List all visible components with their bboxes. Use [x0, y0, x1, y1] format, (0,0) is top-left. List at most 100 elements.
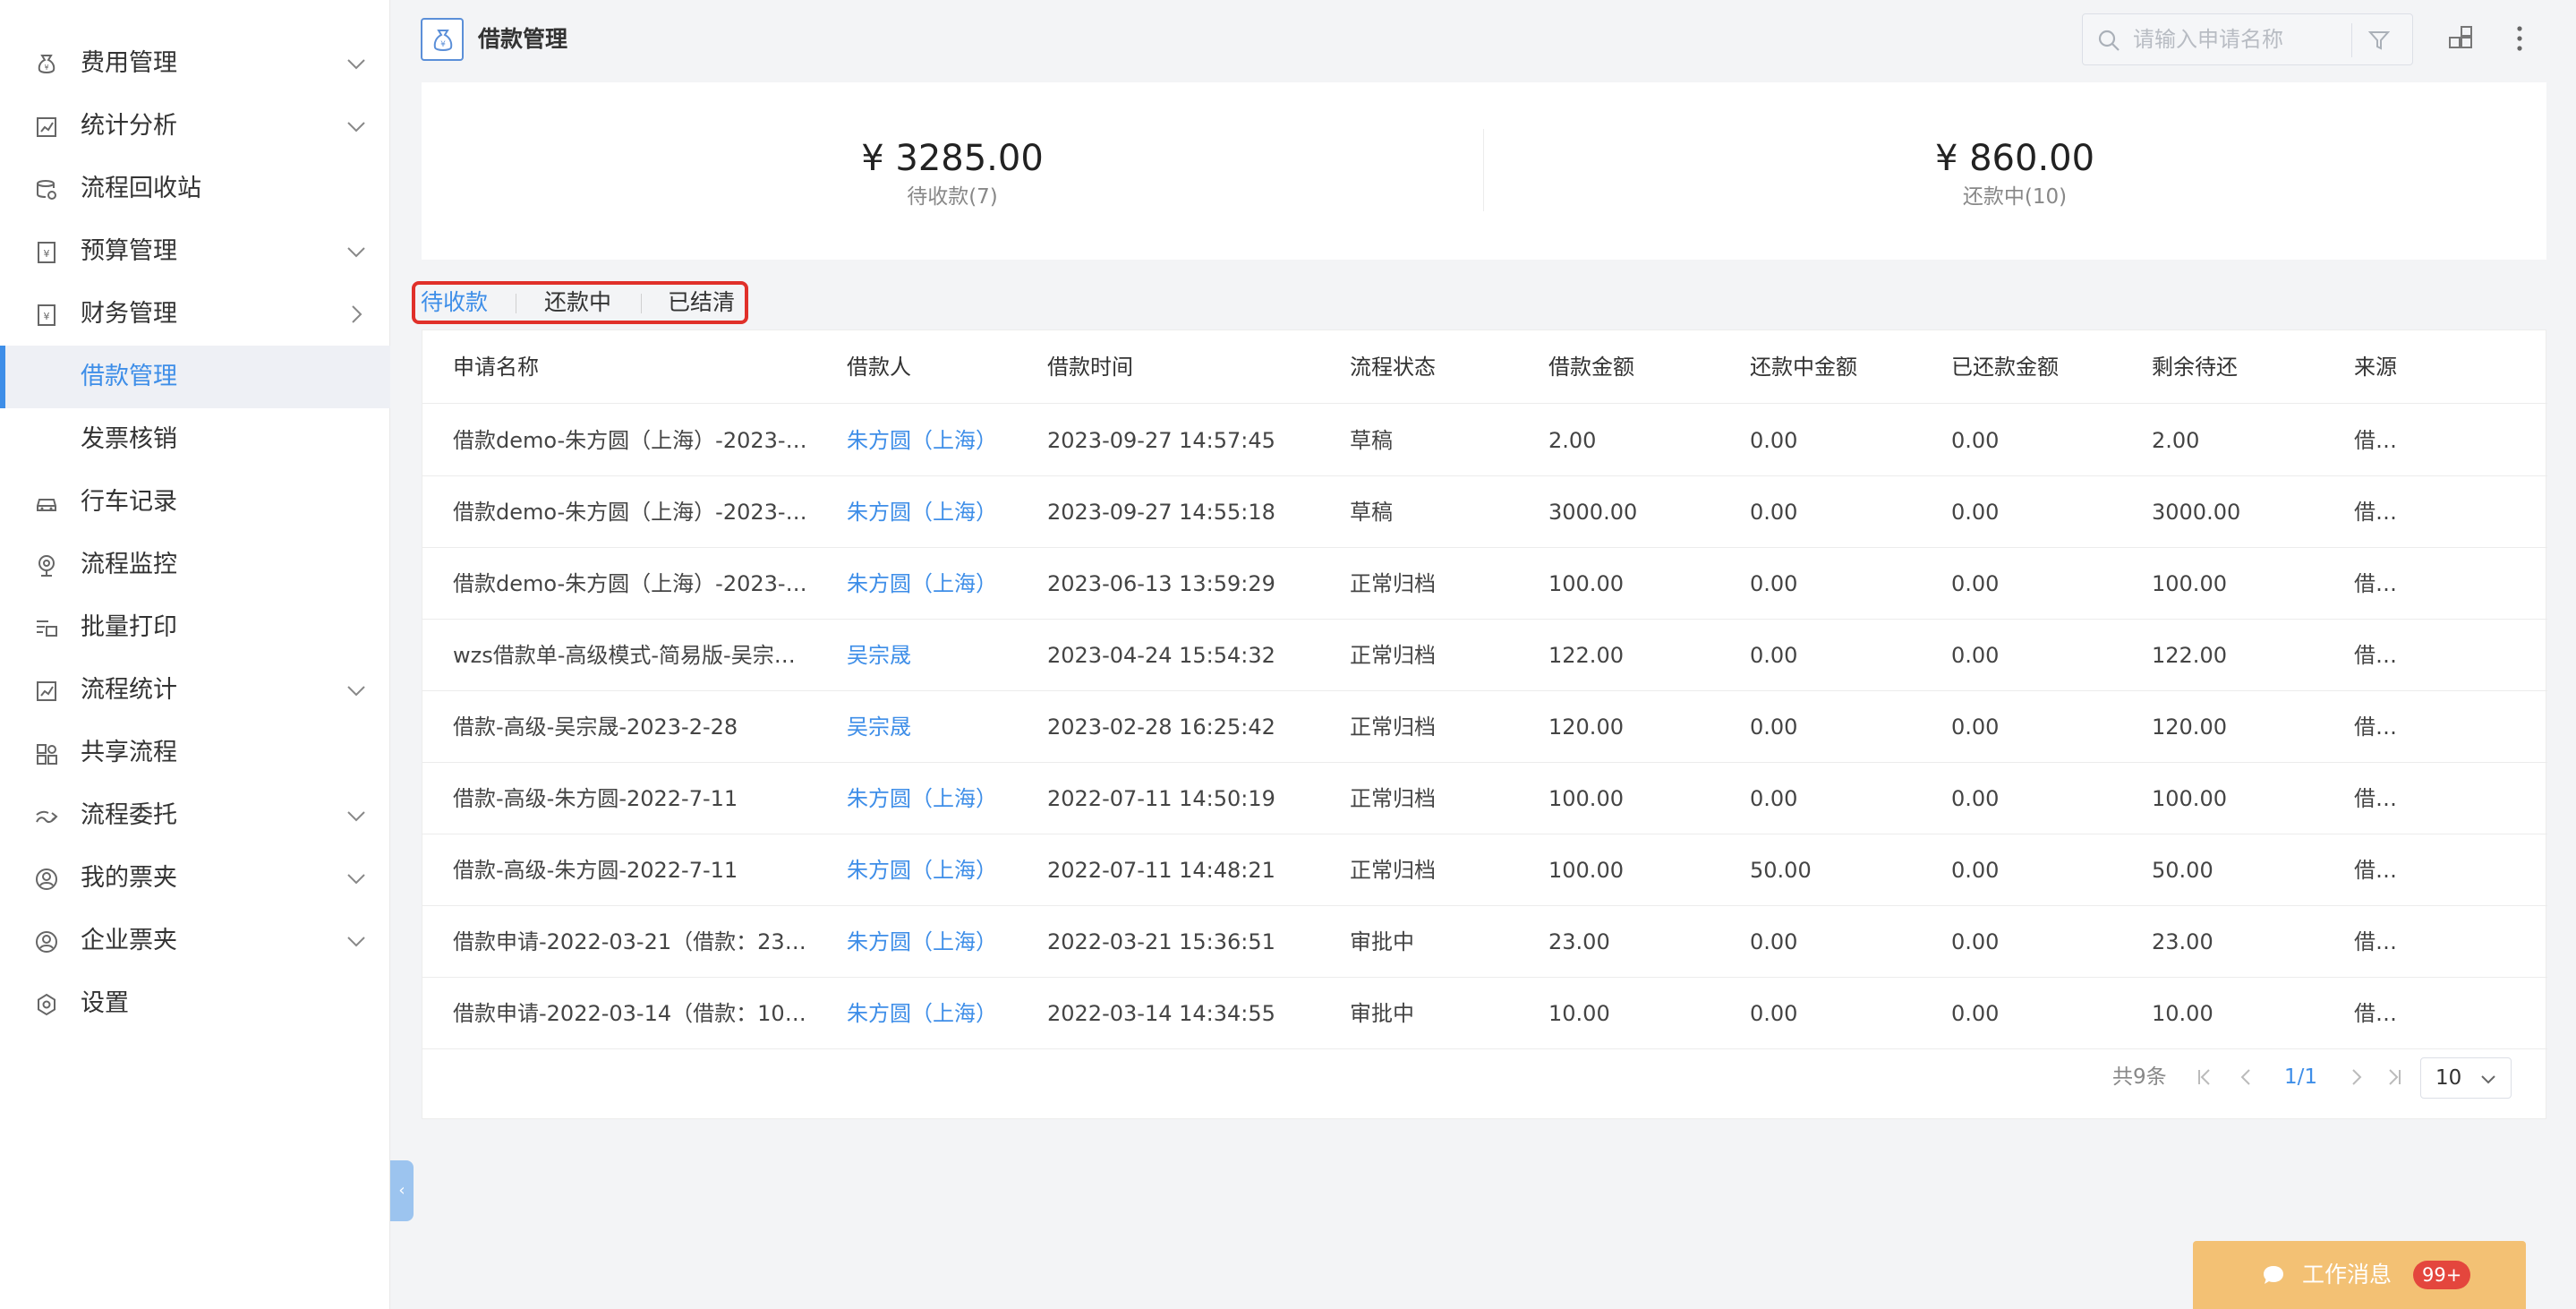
sidebar-item-label: 流程委托 [81, 801, 177, 829]
more-icon[interactable] [2506, 23, 2533, 54]
last-page-icon[interactable] [2384, 1066, 2404, 1088]
borrower-link[interactable]: 吴宗晟 [847, 691, 911, 763]
repaying-summary[interactable]: ¥ 860.00 还款中(10) [1484, 136, 2546, 211]
column-header[interactable]: 申请名称 [453, 330, 539, 404]
column-header[interactable]: 剩余待还 [2152, 330, 2238, 404]
total-count: 共9条 [2112, 1065, 2167, 1089]
table-cell: 借… [2354, 643, 2397, 668]
sidebar-item[interactable]: 我的票夹 [0, 847, 390, 910]
table-cell[interactable]: 借款-高级-朱方圆-2022-7-11 [453, 763, 738, 834]
borrower-link[interactable]: 吴宗晟 [847, 620, 911, 691]
page-title: 借款管理 [478, 26, 568, 52]
table-cell: 正常归档 [1350, 571, 1436, 596]
print-icon [34, 616, 59, 641]
stats-icon [34, 679, 59, 704]
sidebar-item[interactable]: 批量打印 [0, 596, 390, 659]
loan-table: 申请名称 借款人 借款时间 流程状态 借款金额 还款中金额 已还款金额 剩余待还 来源 借款de… [422, 329, 2547, 1119]
chevron-down-icon[interactable] [345, 868, 367, 889]
borrower-link[interactable]: 朱方圆（上海） [847, 978, 997, 1049]
chevron-down-icon[interactable] [345, 53, 367, 74]
sidebar-item[interactable]: ¥ 财务管理 [0, 283, 390, 346]
sidebar-item[interactable]: 流程统计 [0, 659, 390, 722]
table-row[interactable]: 借款申请-2022-03-14（借款：10.… 朱方圆（上海） 2022-03-14… [422, 978, 2547, 1049]
sidebar-item[interactable]: 设置 [0, 972, 390, 1035]
table-cell: 100.00 [1548, 571, 1624, 596]
prev-page-icon[interactable] [2236, 1066, 2256, 1088]
table-cell[interactable]: wzs借款单-高级模式-简易版-吴宗… [453, 620, 796, 691]
table-cell[interactable]: 借款demo-朱方圆（上海）-2023-… [453, 476, 807, 548]
chevron-down-icon[interactable] [345, 930, 367, 952]
sidebar-item[interactable]: 流程监控 [0, 534, 390, 596]
sidebar-item-label: 行车记录 [81, 488, 177, 516]
tab-repaying[interactable]: 还款中 [544, 285, 611, 321]
work-messages-button[interactable]: 工作消息 99+ [2193, 1241, 2526, 1309]
sidebar-item[interactable]: 企业票夹 [0, 910, 390, 972]
table-row[interactable]: 借款demo-朱方圆（上海）-2023-… 朱方圆（上海） 2023-06-13 1… [422, 548, 2547, 620]
table-row[interactable]: 借款-高级-朱方圆-2022-7-11 朱方圆（上海） 2022-07-11 14:… [422, 763, 2547, 834]
sidebar-item-label: 统计分析 [81, 112, 177, 140]
table-row[interactable]: 借款-高级-吴宗晟-2023-2-28 吴宗晟 2023-02-28 16:25:4… [422, 691, 2547, 763]
borrower-link[interactable]: 朱方圆（上海） [847, 834, 997, 906]
column-header[interactable]: 流程状态 [1350, 330, 1436, 404]
table-cell: 10.00 [1548, 1001, 1610, 1026]
sidebar-collapse-handle[interactable]: ‹ [390, 1160, 414, 1221]
search-input[interactable] [2133, 21, 2339, 57]
sidebar-item[interactable]: 统计分析 [0, 95, 390, 158]
sidebar-item[interactable]: 共享流程 [0, 722, 390, 784]
table-cell[interactable]: 借款-高级-朱方圆-2022-7-11 [453, 834, 738, 906]
sidebar-item-label: 发票核销 [81, 425, 177, 453]
sidebar-item[interactable]: 行车记录 [0, 471, 390, 534]
next-page-icon[interactable] [2347, 1066, 2367, 1088]
borrower-link[interactable]: 朱方圆（上海） [847, 548, 997, 620]
tab-settled[interactable]: 已结清 [668, 285, 735, 321]
sidebar-item[interactable]: ¥ 预算管理 [0, 220, 390, 283]
table-cell: 正常归档 [1350, 643, 1436, 668]
page-size-select[interactable]: 10 [2420, 1057, 2512, 1099]
table-row[interactable]: 借款申请-2022-03-21（借款：23.… 朱方圆（上海） 2022-03-21… [422, 906, 2547, 978]
sidebar-item[interactable]: 流程回收站 [0, 158, 390, 220]
chevron-down-icon [2481, 1075, 2495, 1084]
table-row[interactable]: wzs借款单-高级模式-简易版-吴宗… 吴宗晟 2023-04-24 15:54:3… [422, 620, 2547, 691]
borrower-link[interactable]: 朱方圆（上海） [847, 476, 997, 548]
sidebar-item[interactable]: ¥ 费用管理 [0, 32, 390, 95]
chevron-right-icon[interactable] [345, 304, 367, 325]
column-header[interactable]: 已还款金额 [1951, 330, 2059, 404]
sidebar-item[interactable]: 发票核销 [0, 408, 390, 471]
tab-divider [641, 294, 642, 313]
borrower-link[interactable]: 朱方圆（上海） [847, 906, 997, 978]
table-cell: 23.00 [1548, 929, 1610, 954]
table-cell[interactable]: 借款demo-朱方圆（上海）-2023-… [453, 405, 807, 476]
table-cell: 0.00 [1951, 571, 2000, 596]
table-cell[interactable]: 借款申请-2022-03-21（借款：23.… [453, 906, 811, 978]
table-cell: 2022-03-21 15:36:51 [1047, 929, 1275, 954]
table-row[interactable]: 借款-高级-朱方圆-2022-7-11 朱方圆（上海） 2022-07-11 14:… [422, 834, 2547, 906]
pending-summary[interactable]: ¥ 3285.00 待收款(7) [422, 136, 1483, 211]
sidebar-item[interactable]: 流程委托 [0, 784, 390, 847]
sidebar-item[interactable]: 借款管理 [0, 346, 390, 408]
chevron-down-icon[interactable] [345, 241, 367, 262]
first-page-icon[interactable] [2195, 1066, 2214, 1088]
layout-icon[interactable] [2447, 25, 2474, 52]
table-cell[interactable]: 借款申请-2022-03-14（借款：10.… [453, 978, 811, 1049]
chart-icon [34, 115, 59, 140]
table-row[interactable]: 借款demo-朱方圆（上海）-2023-… 朱方圆（上海） 2023-09-27 1… [422, 476, 2547, 548]
table-cell[interactable]: 借款demo-朱方圆（上海）-2023-… [453, 548, 807, 620]
chevron-down-icon[interactable] [345, 805, 367, 826]
borrower-link[interactable]: 朱方圆（上海） [847, 763, 997, 834]
column-header[interactable]: 借款人 [847, 330, 911, 404]
table-cell: 100.00 [1548, 858, 1624, 883]
column-header[interactable]: 来源 [2354, 330, 2397, 404]
table-cell: 2023-06-13 13:59:29 [1047, 571, 1275, 596]
table-row[interactable]: 借款demo-朱方圆（上海）-2023-… 朱方圆（上海） 2023-09-27 1… [422, 405, 2547, 476]
chevron-down-icon[interactable] [345, 680, 367, 701]
borrower-link[interactable]: 朱方圆（上海） [847, 405, 997, 476]
column-header[interactable]: 借款金额 [1548, 330, 1634, 404]
column-header[interactable]: 还款中金额 [1750, 330, 1857, 404]
table-cell: 0.00 [1951, 929, 2000, 954]
chevron-down-icon[interactable] [345, 116, 367, 137]
column-header[interactable]: 借款时间 [1047, 330, 1133, 404]
sidebar-item-label: 共享流程 [81, 739, 177, 766]
tab-pending[interactable]: 待收款 [421, 285, 488, 321]
table-cell[interactable]: 借款-高级-吴宗晟-2023-2-28 [453, 691, 738, 763]
filter-icon[interactable] [2367, 29, 2391, 52]
